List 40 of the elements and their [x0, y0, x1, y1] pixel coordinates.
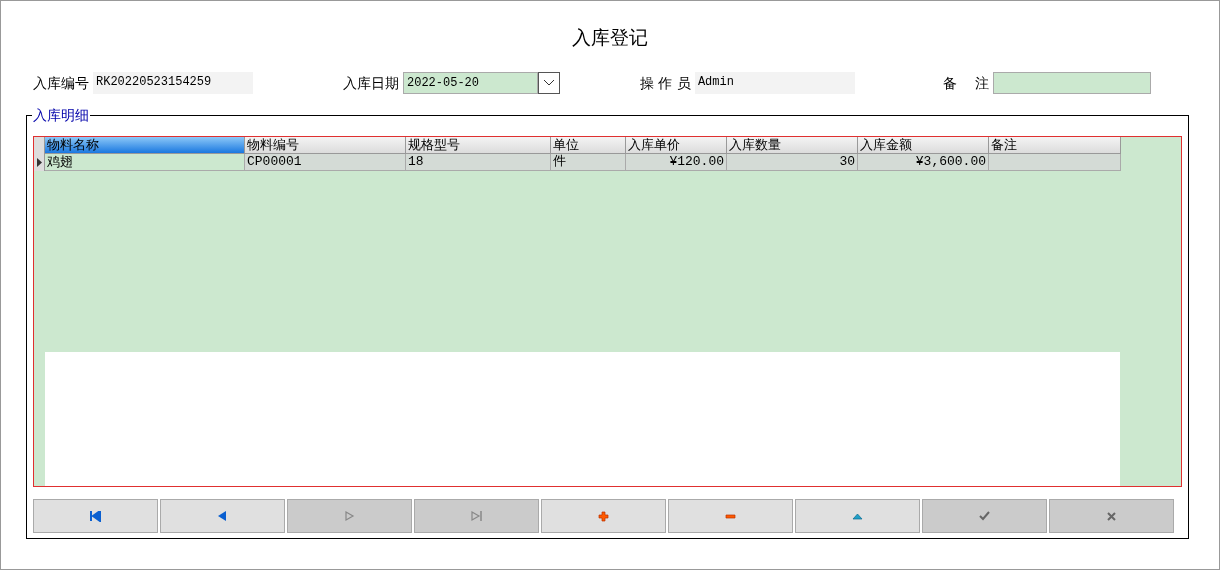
check-icon: [979, 510, 990, 522]
first-record-icon: [90, 510, 101, 522]
table-cell: 件: [551, 154, 626, 171]
column-header[interactable]: 备注: [989, 137, 1121, 154]
field-label: 操 作 员: [640, 73, 691, 93]
column-header[interactable]: 入库金额: [858, 137, 989, 154]
form-title: 入库登记: [572, 26, 648, 48]
table-cell: CP00001: [245, 154, 406, 171]
row-pointer-icon: [37, 158, 43, 167]
table-cell: ¥120.00: [626, 154, 727, 171]
table-cell: 18: [406, 154, 551, 171]
prev-button[interactable]: [160, 499, 285, 533]
group-title: 入库明细: [32, 106, 90, 124]
previous-icon: [217, 510, 228, 522]
text-field[interactable]: RK20220523154259: [93, 72, 253, 94]
add-button[interactable]: [541, 499, 666, 533]
text-field[interactable]: Admin: [694, 72, 855, 94]
column-header[interactable]: 单位: [551, 137, 626, 154]
field-label: 入库日期: [343, 73, 399, 93]
field-label: 备 注: [942, 73, 990, 93]
first-button[interactable]: [33, 499, 158, 533]
chevron-down-icon: [543, 79, 555, 87]
table-cell: 鸡翅: [45, 154, 245, 171]
input-field[interactable]: [993, 72, 1152, 94]
plus-icon: [598, 510, 609, 522]
last-record-icon: [471, 510, 482, 522]
date-field[interactable]: 2022-05-20: [403, 72, 538, 94]
column-header[interactable]: 规格型号: [406, 137, 551, 154]
edit-button[interactable]: [795, 499, 920, 533]
table-cell: 30: [727, 154, 858, 171]
column-header[interactable]: 入库数量: [727, 137, 858, 154]
column-header[interactable]: 物料编号: [245, 137, 406, 154]
table-cell: ¥3,600.00: [858, 154, 989, 171]
column-header[interactable]: 物料名称: [45, 137, 245, 154]
next-icon: [344, 510, 355, 522]
column-header[interactable]: 入库单价: [626, 137, 727, 154]
close-icon: [1106, 510, 1117, 522]
delete-button[interactable]: [668, 499, 793, 533]
dropdown-button[interactable]: [538, 72, 560, 94]
field-label: 入库编号: [33, 73, 89, 93]
